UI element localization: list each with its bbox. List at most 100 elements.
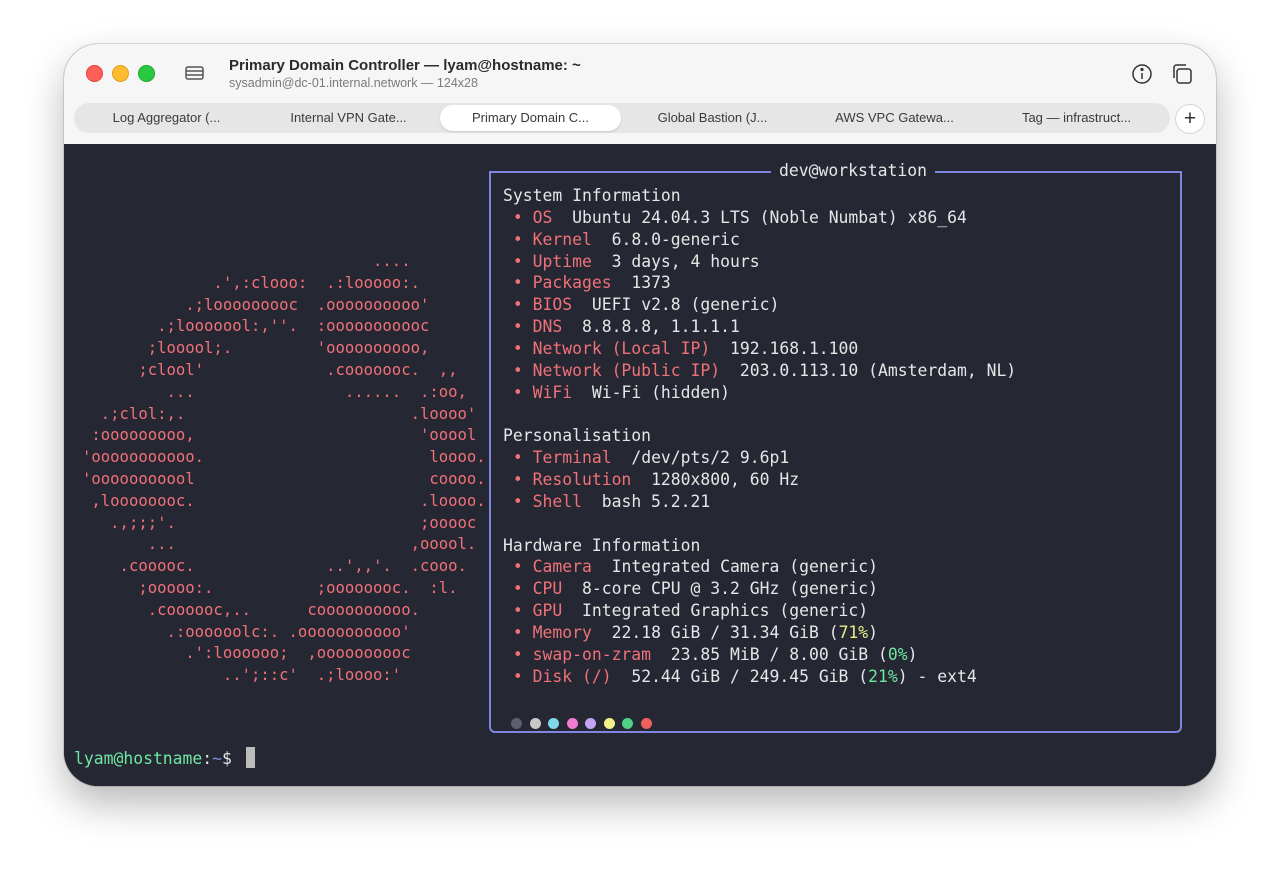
info-row: • Shell bash 5.2.21 — [503, 491, 710, 513]
palette-dot — [640, 718, 652, 729]
section-title: Personalisation — [503, 425, 651, 447]
bullet-glyph: • — [512, 317, 523, 337]
bullet-glyph: • — [512, 623, 523, 642]
terminal-content[interactable]: .... .',:clooo: .:looooo:. .;looooooooc … — [64, 144, 1216, 786]
ascii-logo-line: ..';::c' .;loooo:' — [82, 666, 402, 685]
info-key: Memory — [532, 623, 592, 642]
bullet-glyph: • — [512, 207, 523, 227]
info-key: Network (Local IP) — [532, 338, 711, 358]
bullet-glyph: • — [512, 601, 523, 621]
bullet-glyph: • — [512, 557, 523, 577]
info-row: • BIOS UEFI v2.8 (generic) — [503, 294, 779, 316]
bullet-glyph: • — [512, 470, 523, 490]
info-value: 8-core CPU @ 3.2 GHz (generic) — [581, 579, 879, 599]
info-value: 3 days, 4 hours — [611, 251, 760, 271]
color-palette — [511, 714, 659, 729]
sidebar-toggle-icon[interactable] — [184, 64, 206, 82]
info-row: • Packages 1373 — [503, 272, 671, 294]
tab-1[interactable]: Internal VPN Gate... — [258, 105, 439, 131]
info-suffix: ) - ext4 — [897, 666, 977, 686]
info-row: • Network (Local IP) 192.168.1.100 — [503, 338, 858, 360]
ascii-logo-line: .;clol:,. .loooo' — [82, 404, 477, 423]
zoom-button[interactable] — [138, 65, 155, 82]
system-info-panel: dev@workstation System Information • OS … — [489, 160, 1182, 733]
ascii-logo-line: ;clool' .cooooooc. ,, — [82, 360, 458, 379]
info-value: /dev/pts/2 9.6p1 — [631, 448, 790, 468]
minimize-button[interactable] — [112, 65, 129, 82]
info-key: swap-on-zram — [532, 644, 652, 664]
palette-dot — [566, 718, 578, 729]
info-row: • Kernel 6.8.0-generic — [503, 229, 740, 251]
info-value: 52.44 GiB / 249.45 GiB ( — [631, 666, 869, 686]
tab-bar: Log Aggregator (... Internal VPN Gate... P… — [74, 103, 1170, 133]
info-suffix: ) — [868, 623, 879, 642]
ascii-logo-line: .coooooc,.. coooooooooo. — [82, 600, 420, 619]
info-key: Kernel — [532, 229, 592, 249]
ascii-logo-line: 'ooooooooooo. loooo. — [82, 448, 486, 467]
info-value: 203.0.113.10 (Amsterdam, NL) — [739, 360, 1017, 380]
bullet-glyph: • — [512, 579, 523, 599]
ascii-logo-line: .... — [82, 252, 411, 270]
prompt-path: ~ — [212, 749, 223, 768]
ascii-logo-line: .;looooooooc .oooooooooo' — [82, 295, 430, 314]
tab-3[interactable]: Global Bastion (J... — [622, 105, 803, 131]
info-row: • Memory 22.18 GiB / 31.34 GiB (71%) — [503, 622, 878, 644]
info-row: • swap-on-zram 23.85 MiB / 8.00 GiB (0%) — [503, 644, 918, 666]
info-row: • DNS 8.8.8.8, 1.1.1.1 — [503, 316, 740, 338]
section-title-text: Personalisation — [503, 426, 652, 446]
info-key: GPU — [532, 601, 563, 621]
panel-header: dev@workstation — [771, 160, 936, 182]
usage-percent: 71% — [838, 623, 869, 642]
new-tab-button[interactable]: + — [1175, 104, 1205, 134]
info-value: Integrated Graphics (generic) — [581, 601, 869, 621]
tab-4[interactable]: AWS VPC Gatewa... — [804, 105, 985, 131]
info-row: • CPU 8-core CPU @ 3.2 GHz (generic) — [503, 578, 878, 600]
info-value: Ubuntu 24.04.3 LTS (Noble Numbat) x86_64 — [572, 207, 967, 227]
info-key: DNS — [532, 317, 563, 337]
ascii-logo-line: :ooooooooo, 'ooool — [82, 426, 477, 445]
ascii-logo-line: 'ooooooooool coooo. — [82, 469, 486, 488]
info-key: Network (Public IP) — [532, 360, 721, 380]
bullet-glyph: • — [512, 273, 523, 293]
ascii-logo-line: ;ooooo:. ;oooooooc. :l. — [82, 578, 458, 597]
info-value: 22.18 GiB / 31.34 GiB ( — [611, 623, 839, 642]
title-bar: Primary Domain Controller — lyam@hostnam… — [64, 44, 1216, 145]
text-cursor — [245, 747, 255, 768]
section-title-text: System Information — [503, 186, 681, 205]
bullet-glyph: • — [512, 360, 523, 380]
palette-dot — [548, 718, 559, 729]
bullet-glyph: • — [512, 251, 523, 271]
info-row: • Camera Integrated Camera (generic) — [503, 556, 878, 578]
info-row: • Network (Public IP) 203.0.113.10 (Amst… — [503, 360, 1016, 382]
ascii-logo-line: ;looool;. 'oooooooooo, — [82, 339, 430, 358]
info-value: Integrated Camera (generic) — [611, 557, 879, 577]
info-row: • Resolution 1280x800, 60 Hz — [503, 469, 799, 491]
shell-prompt[interactable]: lyam@hostname:~$ — [74, 747, 255, 770]
info-key: OS — [532, 207, 553, 227]
tab-0[interactable]: Log Aggregator (... — [76, 105, 257, 131]
close-button[interactable] — [86, 65, 103, 82]
ascii-logo-line: ... ,ooool. — [82, 535, 477, 554]
ascii-logo-line: .,;;;'. ;ooooc — [82, 513, 477, 532]
info-value: 192.168.1.100 — [730, 338, 859, 358]
tab-2[interactable]: Primary Domain C... — [440, 105, 621, 131]
info-key: Shell — [532, 491, 582, 511]
bullet-glyph: • — [512, 666, 523, 686]
bullet-glyph: • — [512, 229, 523, 249]
tab-overview-icon[interactable] — [1170, 62, 1194, 86]
tab-5[interactable]: Tag — infrastruct... — [986, 105, 1167, 131]
bullet-glyph: • — [512, 644, 523, 664]
info-value: bash 5.2.21 — [601, 491, 711, 511]
info-icon[interactable] — [1130, 62, 1154, 86]
ascii-logo-line: ,loooooooc. .loooo. — [82, 491, 486, 510]
info-key: Packages — [532, 273, 612, 293]
info-row: • WiFi Wi-Fi (hidden) — [503, 382, 730, 404]
ascii-logo-line: .':loooooo; ,oooooooooc — [82, 644, 411, 663]
info-key: CPU — [532, 579, 563, 599]
palette-dot — [529, 718, 541, 729]
prompt-separator: : — [202, 749, 213, 768]
terminal-window: Primary Domain Controller — lyam@hostnam… — [64, 44, 1216, 786]
info-key: WiFi — [532, 382, 573, 402]
info-value: 8.8.8.8, 1.1.1.1 — [581, 317, 740, 337]
window-subtitle: sysadmin@dc-01.internal.network — 124x28 — [229, 76, 478, 90]
